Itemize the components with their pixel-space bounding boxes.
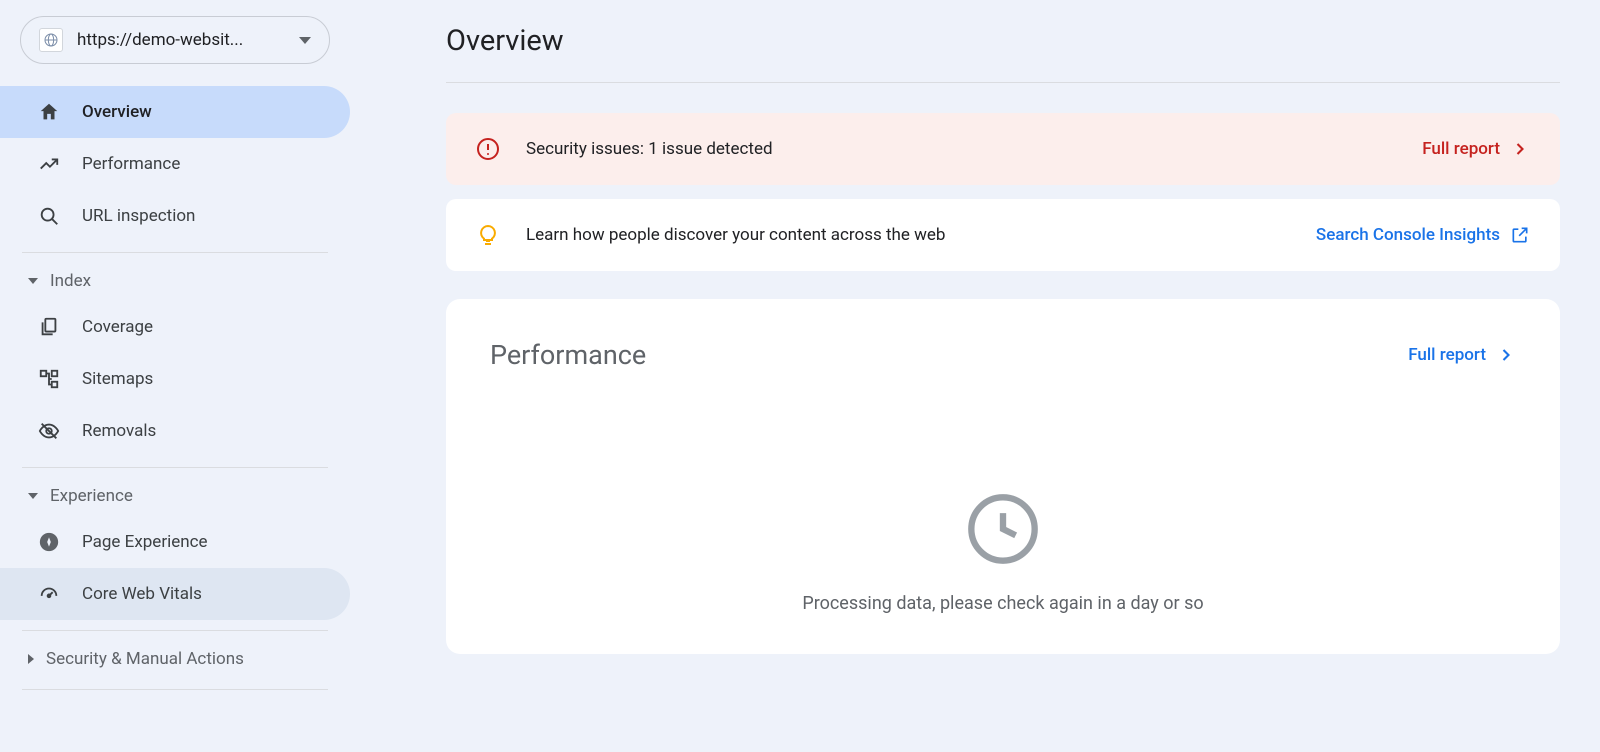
section-header-security[interactable]: Security & Manual Actions	[0, 639, 350, 679]
performance-card-header: Performance Full report	[490, 339, 1516, 371]
sidebar-item-overview[interactable]: Overview	[0, 86, 350, 138]
divider	[22, 630, 328, 631]
search-icon	[38, 205, 60, 227]
sidebar-item-label: Core Web Vitals	[82, 584, 202, 604]
sidebar-item-removals[interactable]: Removals	[0, 405, 350, 457]
divider	[22, 689, 328, 690]
property-url: https://demo-websit...	[77, 30, 285, 50]
coverage-icon	[38, 316, 60, 338]
performance-card: Performance Full report Processing data,…	[446, 299, 1560, 654]
sidebar-item-label: URL inspection	[82, 206, 195, 226]
caret-down-icon	[28, 493, 38, 499]
sitemap-icon	[38, 368, 60, 390]
performance-card-body: Processing data, please check again in a…	[490, 371, 1516, 614]
chevron-right-icon	[1496, 345, 1516, 365]
insights-banner: Learn how people discover your content a…	[446, 199, 1560, 271]
security-full-report-link[interactable]: Full report	[1422, 139, 1530, 159]
card-title: Performance	[490, 339, 646, 371]
home-icon	[38, 101, 60, 123]
sidebar: https://demo-websit... Overview Performa…	[0, 0, 350, 752]
speed-icon	[38, 583, 60, 605]
sidebar-item-page-experience[interactable]: Page Experience	[0, 516, 350, 568]
section-label: Experience	[50, 486, 133, 506]
eye-off-icon	[38, 420, 60, 442]
banner-text: Learn how people discover your content a…	[526, 225, 1290, 245]
sidebar-item-label: Removals	[82, 421, 156, 441]
security-issue-banner: Security issues: 1 issue detected Full r…	[446, 113, 1560, 185]
link-label: Search Console Insights	[1316, 225, 1500, 245]
sidebar-item-label: Sitemaps	[82, 369, 153, 389]
section-label: Index	[50, 271, 91, 291]
lightbulb-icon	[476, 223, 500, 247]
chevron-right-icon	[1510, 139, 1530, 159]
sidebar-item-sitemaps[interactable]: Sitemaps	[0, 353, 350, 405]
performance-full-report-link[interactable]: Full report	[1408, 345, 1516, 365]
sidebar-item-core-web-vitals[interactable]: Core Web Vitals	[0, 568, 350, 620]
external-link-icon	[1510, 225, 1530, 245]
clock-icon	[965, 491, 1041, 567]
sidebar-item-label: Performance	[82, 154, 180, 174]
link-label: Full report	[1408, 345, 1486, 365]
sidebar-item-coverage[interactable]: Coverage	[0, 301, 350, 353]
trending-up-icon	[38, 153, 60, 175]
section-label: Security & Manual Actions	[46, 649, 244, 669]
sidebar-item-label: Coverage	[82, 317, 153, 337]
link-label: Full report	[1422, 139, 1500, 159]
section-header-index[interactable]: Index	[0, 261, 350, 301]
sidebar-item-url-inspection[interactable]: URL inspection	[0, 190, 350, 242]
caret-right-icon	[28, 654, 34, 664]
alert-circle-icon	[476, 137, 500, 161]
main-content: Overview Security issues: 1 issue detect…	[350, 0, 1600, 752]
caret-down-icon	[28, 278, 38, 284]
divider	[22, 252, 328, 253]
insights-link[interactable]: Search Console Insights	[1316, 225, 1530, 245]
banner-text: Security issues: 1 issue detected	[526, 139, 1396, 159]
page-title: Overview	[446, 24, 1560, 83]
section-header-experience[interactable]: Experience	[0, 476, 350, 516]
globe-icon	[39, 28, 63, 52]
sidebar-item-performance[interactable]: Performance	[0, 138, 350, 190]
caret-down-icon	[299, 37, 311, 44]
sidebar-item-label: Page Experience	[82, 532, 208, 552]
compass-icon	[38, 531, 60, 553]
processing-message: Processing data, please check again in a…	[802, 593, 1203, 614]
property-selector[interactable]: https://demo-websit...	[20, 16, 330, 64]
divider	[22, 467, 328, 468]
sidebar-item-label: Overview	[82, 102, 152, 122]
